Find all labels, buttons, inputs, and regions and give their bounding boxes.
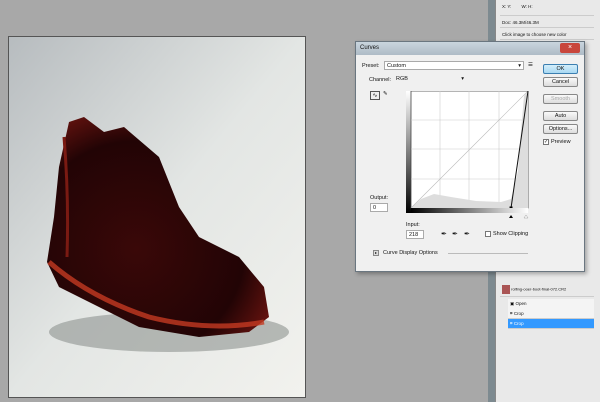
white-point-slider[interactable] (523, 214, 529, 219)
smooth-button[interactable]: Smooth (543, 94, 578, 104)
open-icon: ▣ (510, 301, 515, 306)
boot-photo (9, 37, 305, 397)
black-eyedropper-icon[interactable]: ✒ (441, 230, 447, 238)
input-field[interactable]: 218 (406, 230, 424, 239)
divider (448, 253, 528, 254)
cancel-button[interactable]: Cancel (543, 77, 578, 87)
curves-dialog: Curves × Preset: Custom ▾ ☰ Channel: RGB ▾… (355, 41, 585, 272)
document-canvas[interactable] (8, 36, 306, 398)
output-field[interactable]: 0 (370, 203, 388, 212)
close-button[interactable]: × (560, 43, 580, 53)
pencil-tool-icon[interactable]: ✎ (383, 91, 388, 97)
channel-value: RGB (396, 76, 408, 82)
history-item-label: Open (515, 301, 527, 306)
preview-checkbox[interactable]: ✓ (543, 139, 549, 145)
preset-select[interactable]: Custom ▾ (384, 61, 524, 70)
ok-button[interactable]: OK (543, 64, 578, 74)
show-clipping-checkbox[interactable] (485, 231, 491, 237)
channel-label: Channel: (369, 77, 392, 83)
info-coords: X: Y: W: H: (500, 2, 594, 16)
crop-icon: ⌗ (510, 311, 513, 316)
preset-options-icon[interactable]: ☰ (528, 62, 533, 68)
options-button[interactable]: Options... (543, 124, 578, 134)
info-hint: Click image to choose new color (500, 30, 594, 40)
curves-graph[interactable] (406, 91, 529, 219)
channel-select[interactable]: RGB ▾ (394, 75, 466, 84)
output-label: Output: (370, 195, 389, 201)
history-item-label: Crop (513, 311, 524, 316)
crop-icon: ⌗ (510, 321, 513, 326)
dialog-title: Curves (356, 42, 584, 55)
history-item-selected[interactable]: ⌗ Crop (508, 319, 594, 329)
info-xy: X: Y: (502, 4, 512, 9)
input-gradient-bar (411, 208, 528, 213)
preset-label: Preset: (362, 63, 380, 69)
input-label: Input: (406, 222, 420, 228)
expand-toggle-icon[interactable]: ▸ (373, 250, 379, 256)
preset-value: Custom (387, 63, 406, 69)
history-snapshot[interactable]: rolfing-ooer-boot-final-072.CR2 (500, 283, 594, 297)
snapshot-label: rolfing-ooer-boot-final-072.CR2 (511, 286, 567, 292)
curve-display-options-label[interactable]: Curve Display Options (383, 250, 438, 256)
history-item-label: Crop (513, 321, 524, 326)
history-item[interactable]: ⌗ Crop (508, 309, 594, 319)
auto-button[interactable]: Auto (543, 111, 578, 121)
chevron-down-icon: ▾ (518, 63, 521, 69)
chevron-down-icon: ▾ (461, 76, 464, 82)
doc-size: Doc: 46.3M/46.3M (500, 18, 594, 28)
preview-label: Preview (551, 139, 571, 145)
output-gradient-bar (406, 91, 411, 213)
snapshot-thumbnail (502, 285, 510, 294)
show-clipping-label: Show Clipping (493, 231, 529, 237)
gray-eyedropper-icon[interactable]: ✒ (452, 230, 458, 238)
curve-point-tool-icon[interactable]: ∿ (370, 91, 380, 100)
white-eyedropper-icon[interactable]: ✒ (464, 230, 470, 238)
black-point-slider[interactable] (509, 215, 514, 218)
info-wh: W: H: (521, 4, 533, 9)
